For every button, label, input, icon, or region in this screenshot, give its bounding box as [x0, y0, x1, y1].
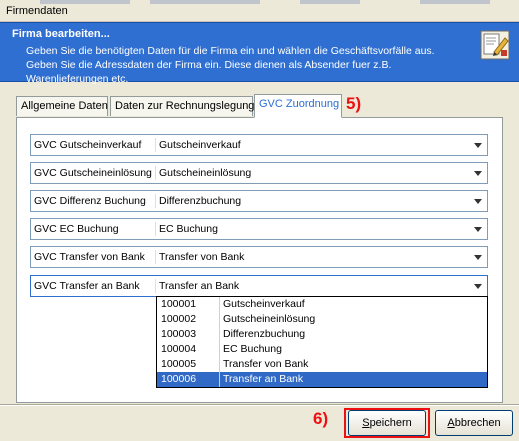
option-name: EC Buchung	[223, 343, 282, 355]
transfer-an-bank-dropdown-list: 100001 Gutscheinverkauf 100002 Gutschein…	[156, 296, 488, 388]
option-code: 100001	[161, 298, 197, 310]
option-separator	[219, 342, 220, 357]
option-separator	[219, 372, 220, 387]
dropdown-option-selected[interactable]: 100006 Transfer an Bank	[157, 372, 487, 387]
save-mnemonic: S	[362, 417, 370, 429]
row-separator	[155, 194, 156, 208]
option-separator	[219, 357, 220, 372]
row-value: EC Buchung	[159, 223, 218, 235]
tab-gvc-zuordnung[interactable]: GVC Zuordnung	[254, 94, 342, 118]
dropdown-option[interactable]: 100001 Gutscheinverkauf	[157, 297, 487, 312]
row-label: GVC EC Buchung	[34, 223, 119, 235]
annotation-marker-save: 6)	[313, 409, 329, 428]
banner-description: Geben Sie die benötigten Daten für die F…	[26, 45, 435, 85]
chevron-down-icon[interactable]	[471, 222, 485, 236]
option-code: 100003	[161, 328, 197, 340]
option-name: Gutscheinverkauf	[223, 298, 305, 310]
tab-daten-zur-rechnungslegung[interactable]: Daten zur Rechnungslegung	[110, 96, 254, 116]
row-value: Transfer an Bank	[159, 280, 240, 292]
gvc-ec-buchung-combo[interactable]: GVC EC Buchung EC Buchung	[30, 218, 488, 240]
row-value: Transfer von Bank	[159, 251, 245, 263]
row-label: GVC Gutscheinverkauf	[34, 139, 142, 151]
row-label: GVC Transfer von Bank	[34, 251, 145, 263]
save-label: peichern	[369, 417, 412, 429]
chevron-down-icon[interactable]	[471, 279, 485, 293]
row-value: Differenzbuchung	[159, 195, 242, 207]
chevron-down-icon[interactable]	[471, 166, 485, 180]
chevron-down-icon[interactable]	[471, 250, 485, 264]
row-label: GVC Transfer an Bank	[34, 280, 140, 292]
option-name: Transfer von Bank	[223, 358, 309, 370]
option-separator	[219, 297, 220, 312]
window-titlebar	[0, 0, 519, 22]
annotation-marker-tab: 5)	[346, 94, 362, 113]
dropdown-option[interactable]: 100003 Differenzbuchung	[157, 327, 487, 342]
cancel-label: bbrechen	[454, 417, 501, 429]
dropdown-option[interactable]: 100002 Gutscheineinlösung	[157, 312, 487, 327]
chevron-down-icon[interactable]	[471, 138, 485, 152]
window-title: Firmendaten	[6, 5, 68, 17]
dropdown-option[interactable]: 100004 EC Buchung	[157, 342, 487, 357]
option-code: 100002	[161, 313, 197, 325]
option-separator	[219, 327, 220, 342]
gvc-transfer-von-bank-combo[interactable]: GVC Transfer von Bank Transfer von Bank	[30, 246, 488, 268]
option-name: Differenzbuchung	[223, 328, 306, 340]
gvc-gutscheineinloesung-combo[interactable]: GVC Gutscheineinlösung Gutscheineinlösun…	[30, 162, 488, 184]
option-separator	[219, 312, 220, 327]
row-label: GVC Differenz Buchung	[34, 195, 146, 207]
cancel-button[interactable]: Abbrechen	[435, 410, 513, 436]
option-name: Gutscheineinlösung	[223, 313, 316, 325]
gvc-differenz-buchung-combo[interactable]: GVC Differenz Buchung Differenzbuchung	[30, 190, 488, 212]
row-value: Gutscheineinlösung	[159, 167, 252, 179]
save-button[interactable]: Speichern	[348, 410, 426, 436]
edit-document-icon	[480, 30, 510, 60]
row-separator	[155, 166, 156, 180]
chevron-down-icon[interactable]	[471, 194, 485, 208]
option-name: Transfer an Bank	[223, 373, 304, 385]
row-label: GVC Gutscheineinlösung	[34, 167, 152, 179]
footer-divider	[0, 404, 519, 406]
gvc-gutscheinverkauf-combo[interactable]: GVC Gutscheinverkauf Gutscheinverkauf	[30, 134, 488, 156]
banner-title: Firma bearbeiten...	[12, 28, 110, 40]
option-code: 100004	[161, 343, 197, 355]
row-separator	[155, 279, 156, 293]
row-separator	[155, 250, 156, 264]
tab-allgemeine-daten[interactable]: Allgemeine Daten	[16, 96, 108, 116]
option-code: 100005	[161, 358, 197, 370]
row-value: Gutscheinverkauf	[159, 139, 241, 151]
row-separator	[155, 138, 156, 152]
cancel-mnemonic: A	[447, 417, 455, 429]
option-code: 100006	[161, 373, 197, 385]
gvc-transfer-an-bank-combo[interactable]: GVC Transfer an Bank Transfer an Bank	[30, 275, 488, 297]
dropdown-option[interactable]: 100005 Transfer von Bank	[157, 357, 487, 372]
row-separator	[155, 222, 156, 236]
